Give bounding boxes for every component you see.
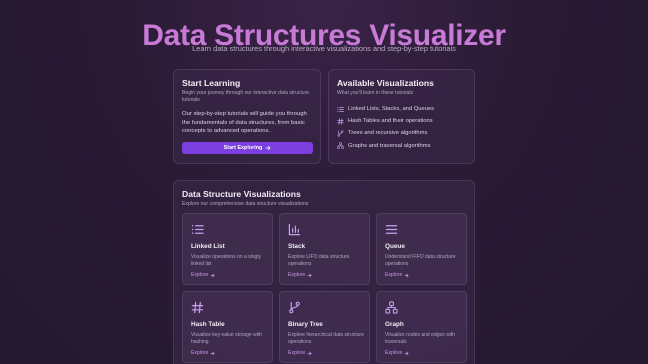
tile-queue[interactable]: Queue Understand FIFO data structure ope… (376, 213, 467, 285)
arrow-right-icon (307, 351, 312, 355)
list-icon (337, 106, 344, 113)
list-item: Linked Lists, Stacks, and Queues (337, 103, 434, 115)
git-branch-icon (337, 130, 344, 137)
network-icon (337, 142, 344, 149)
explore-link[interactable]: Explore (191, 350, 215, 356)
tile-description: Understand FIFO data structure operation… (385, 254, 456, 267)
tile-title: Hash Table (191, 321, 225, 328)
explore-link[interactable]: Explore (385, 350, 409, 356)
arrow-right-icon (265, 145, 271, 151)
available-visualizations-title: Available Visualizations (337, 78, 434, 88)
start-learning-body: Our step-by-step tutorials will guide yo… (182, 111, 307, 135)
menu-icon (385, 225, 398, 234)
start-exploring-button[interactable]: Start Exploring (182, 142, 313, 154)
start-exploring-label: Start Exploring (223, 145, 263, 151)
start-learning-title: Start Learning (182, 78, 241, 88)
bar-chart-icon (288, 223, 301, 236)
visualizations-section: Data Structure Visualizations Explore ou… (173, 180, 475, 364)
tile-description: Visualize nodes and edges with traversal… (385, 332, 455, 345)
arrow-right-icon (404, 273, 409, 277)
arrow-right-icon (404, 351, 409, 355)
tile-description: Visualize operations on a singly linked … (191, 254, 261, 267)
start-learning-description: Begin your journey through our interacti… (182, 90, 310, 103)
tile-title: Queue (385, 243, 405, 250)
tile-graph[interactable]: Graph Visualize nodes and edges with tra… (376, 291, 467, 363)
visualizations-title: Data Structure Visualizations (182, 189, 301, 199)
tile-linked-list[interactable]: Linked List Visualize operations on a si… (182, 213, 273, 285)
list-item: Hash Tables and their operations (337, 115, 434, 127)
available-visualizations-card: Available Visualizations What you'll lea… (328, 69, 475, 164)
tile-description: Visualize key-value storage with hashing (191, 332, 263, 345)
visualizations-description: Explore our comprehensive data structure… (182, 201, 309, 207)
tile-title: Graph (385, 321, 404, 328)
explore-link[interactable]: Explore (385, 272, 409, 278)
tile-title: Stack (288, 243, 306, 250)
arrow-right-icon (210, 273, 215, 277)
tile-title: Binary Tree (288, 321, 323, 328)
tile-title: Linked List (191, 243, 225, 250)
page-subtitle: Learn data structures through interactiv… (192, 44, 456, 53)
hash-icon (191, 301, 204, 314)
start-learning-card: Start Learning Begin your journey throug… (173, 69, 321, 164)
list-item: Trees and recursive algorithms (337, 127, 434, 139)
arrow-right-icon (307, 273, 312, 277)
tile-binary-tree[interactable]: Binary Tree Explore hierarchical data st… (279, 291, 370, 363)
explore-link[interactable]: Explore (191, 272, 215, 278)
tile-description: Explore hierarchical data structure oper… (288, 332, 364, 345)
list-item: Graphs and traversal algorithms (337, 140, 434, 152)
available-visualizations-description: What you'll learn in these tutorials (337, 90, 414, 96)
hash-icon (337, 118, 344, 125)
explore-link[interactable]: Explore (288, 272, 312, 278)
list-icon (191, 225, 204, 234)
available-visualizations-list: Linked Lists, Stacks, and Queues Hash Ta… (337, 103, 434, 152)
tile-stack[interactable]: Stack Explore LIFO data structure operat… (279, 213, 370, 285)
network-icon (385, 301, 398, 314)
tile-hash-table[interactable]: Hash Table Visualize key-value storage w… (182, 291, 273, 363)
explore-link[interactable]: Explore (288, 350, 312, 356)
arrow-right-icon (210, 351, 215, 355)
git-branch-icon (289, 301, 300, 314)
tile-description: Explore LIFO data structure operations (288, 254, 350, 267)
